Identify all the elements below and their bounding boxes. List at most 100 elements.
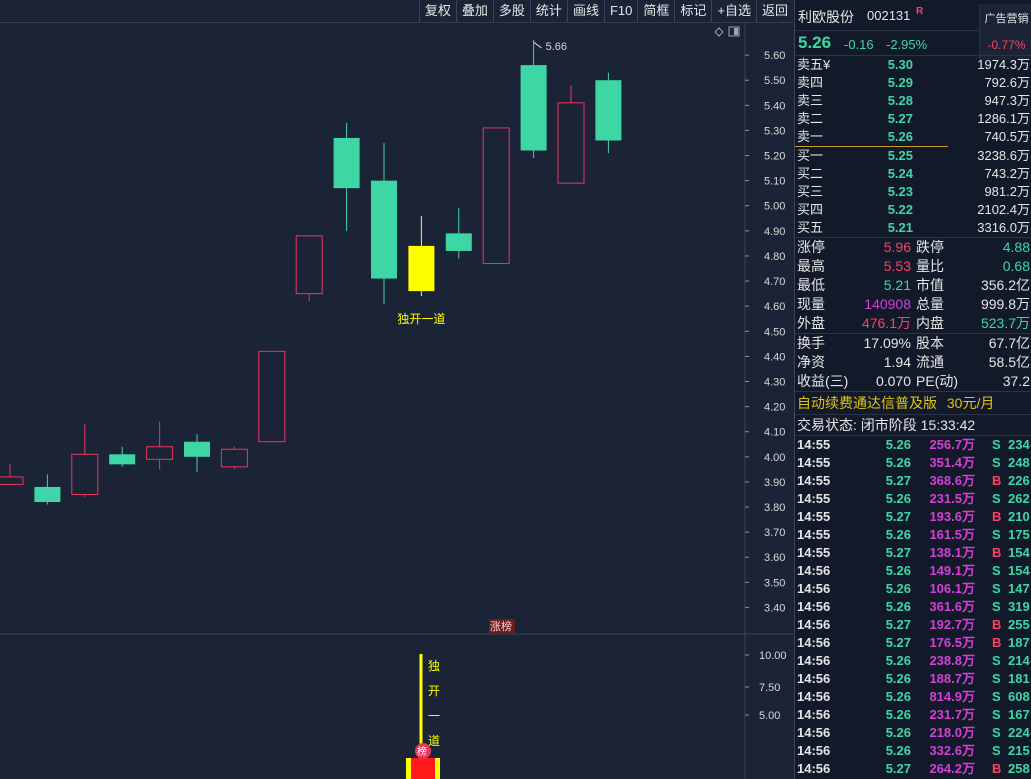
stat-v2: 523.7万 bbox=[980, 315, 1030, 331]
stat-v2: 4.88 bbox=[1002, 239, 1030, 255]
tick-row: 14:55 5.26 351.4万 S 248 bbox=[795, 454, 1031, 472]
book-row[interactable]: 卖五¥ 5.30 1974.3万 bbox=[795, 56, 1031, 74]
tick-price: 5.26 bbox=[885, 725, 911, 740]
book-row[interactable]: 买四 5.22 2102.4万 bbox=[795, 201, 1031, 219]
book-row[interactable]: 买三 5.23 981.2万 bbox=[795, 183, 1031, 201]
tick-count: 210 bbox=[1008, 509, 1030, 524]
book-row[interactable]: 卖一 5.26 740.5万 bbox=[795, 128, 1031, 146]
panel-toggle-icon-fill bbox=[734, 28, 738, 35]
tick-count: 248 bbox=[1008, 455, 1030, 470]
book-row[interactable]: 买二 5.24 743.2万 bbox=[795, 165, 1031, 183]
kline-chart-area[interactable]: 复权 叠加 多股 统计 画线 F10 简框 标记 +自选 返回 5.60 5.50 5.40 5.30 5… bbox=[0, 0, 793, 779]
tick-list[interactable]: 14:55 5.26 256.7万 S 234 14:55 5.26 351.4万 S 248 14… bbox=[795, 436, 1031, 778]
book-row[interactable]: 卖二 5.27 1286.1万 bbox=[795, 110, 1031, 128]
book-row[interactable]: 卖三 5.28 947.3万 bbox=[795, 92, 1031, 110]
promo-banner[interactable]: 自动续费通达信普及版 30元/月 bbox=[795, 391, 1031, 415]
price-tick-label: 3.90 bbox=[764, 477, 785, 489]
tick-time: 14:56 bbox=[797, 725, 831, 740]
tick-side: S bbox=[992, 581, 1001, 596]
book-price: 5.27 bbox=[887, 111, 913, 126]
tick-price: 5.26 bbox=[885, 743, 911, 758]
tick-amount: 361.6万 bbox=[929, 599, 975, 614]
stat-row: 涨停 5.96 跌停 4.88 bbox=[795, 238, 1031, 257]
book-volume: 1974.3万 bbox=[977, 57, 1030, 72]
signal-text: 道 bbox=[428, 734, 440, 748]
book-row[interactable]: 卖四 5.29 792.6万 bbox=[795, 74, 1031, 92]
stat-v1: 0.070 bbox=[875, 373, 911, 389]
tick-row: 14:56 5.26 231.7万 S 167 bbox=[795, 706, 1031, 724]
price-tick-label: 4.50 bbox=[764, 326, 785, 338]
price-tick-label: 5.10 bbox=[764, 176, 785, 188]
stat-v2: 37.2 bbox=[1002, 373, 1030, 389]
volume-bar bbox=[411, 758, 435, 779]
trade-status: 交易状态: 闭市阶段 15:33:42 bbox=[795, 415, 1031, 436]
price-tick-label: 4.80 bbox=[764, 251, 785, 263]
tick-price: 5.27 bbox=[885, 509, 911, 524]
tick-count: 167 bbox=[1008, 707, 1030, 722]
tick-row: 14:56 5.26 188.7万 S 181 bbox=[795, 670, 1031, 688]
candle-body bbox=[295, 235, 323, 295]
tick-side: S bbox=[992, 491, 1001, 506]
candle-body bbox=[258, 350, 286, 443]
candlestick-chart[interactable]: 5.60 5.50 5.40 5.30 5.20 5.10 5.00 4.90 4.80 4.70… bbox=[0, 0, 793, 779]
tick-row: 14:56 5.27 192.7万 B 255 bbox=[795, 616, 1031, 634]
tick-time: 14:55 bbox=[797, 491, 831, 506]
tick-count: 319 bbox=[1008, 599, 1030, 614]
tick-side: S bbox=[992, 743, 1001, 758]
tick-time: 14:56 bbox=[797, 743, 831, 758]
book-row[interactable]: 买一 5.25 3238.6万 bbox=[795, 147, 1031, 165]
tick-time: 14:56 bbox=[797, 761, 831, 776]
tick-amount: 256.7万 bbox=[929, 437, 975, 452]
price-tick-label: 3.50 bbox=[764, 577, 785, 589]
price-tick-label: 5.20 bbox=[764, 151, 785, 163]
book-label: 买二 bbox=[797, 166, 824, 181]
tick-side: B bbox=[992, 761, 1002, 776]
tick-price: 5.26 bbox=[885, 599, 911, 614]
tick-row: 14:55 5.26 231.5万 S 262 bbox=[795, 490, 1031, 508]
candle-body bbox=[520, 65, 547, 151]
candle-body bbox=[220, 448, 248, 468]
candle-body bbox=[445, 233, 472, 251]
stat-l1: 现量 bbox=[797, 296, 825, 312]
tick-time: 14:56 bbox=[797, 599, 831, 614]
stock-name: 利欧股份 bbox=[798, 9, 854, 25]
tick-row: 14:56 5.27 176.5万 B 187 bbox=[795, 634, 1031, 652]
tick-time: 14:56 bbox=[797, 635, 831, 650]
tick-time: 14:55 bbox=[797, 509, 831, 524]
price-row: 5.26 -0.16 -2.95% bbox=[795, 31, 1031, 56]
tick-count: 187 bbox=[1008, 635, 1030, 650]
tick-price: 5.27 bbox=[885, 635, 911, 650]
price-tick-label: 3.80 bbox=[764, 502, 785, 514]
stat-l1: 涨停 bbox=[797, 239, 825, 255]
tick-time: 14:56 bbox=[797, 563, 831, 578]
stat-l1: 最高 bbox=[797, 258, 825, 274]
signal-text: 开 bbox=[428, 684, 440, 698]
stat-l1: 净资 bbox=[797, 354, 825, 370]
book-row[interactable]: 买五 5.21 3316.0万 bbox=[795, 219, 1031, 237]
stat-row: 最低 5.21 市值 356.2亿 bbox=[795, 276, 1031, 295]
price-tick-label: 5.40 bbox=[764, 100, 785, 112]
tick-row: 14:56 5.26 106.1万 S 147 bbox=[795, 580, 1031, 598]
ask-book: 卖五¥ 5.30 1974.3万卖四 5.29 792.6万 卖三 5.28 947.3万 卖二… bbox=[795, 56, 1031, 146]
tick-side: S bbox=[992, 653, 1001, 668]
book-label: 卖五¥ bbox=[797, 57, 831, 72]
book-volume: 2102.4万 bbox=[977, 202, 1030, 217]
stats-block-1: 涨停 5.96 跌停 4.88 最高 5.53 量比 0.68 最低 5.21 市值 356.2亿 现量… bbox=[795, 238, 1031, 333]
price-tick-label: 4.20 bbox=[764, 402, 785, 414]
promo-text: 自动续费通达信普及版 bbox=[797, 395, 937, 411]
vol-tick-label: 10.00 bbox=[759, 650, 787, 662]
book-price: 5.28 bbox=[887, 93, 913, 108]
tick-price: 5.27 bbox=[885, 617, 911, 632]
tick-count: 215 bbox=[1008, 743, 1030, 758]
tick-price: 5.26 bbox=[885, 527, 911, 542]
tick-side: S bbox=[992, 437, 1001, 452]
book-price: 5.30 bbox=[887, 57, 913, 72]
stat-row: 现量 140908 总量 999.8万 bbox=[795, 295, 1031, 314]
tick-side: B bbox=[992, 635, 1002, 650]
tick-time: 14:55 bbox=[797, 473, 831, 488]
tick-count: 262 bbox=[1008, 491, 1030, 506]
tick-count: 214 bbox=[1008, 653, 1030, 668]
tick-price: 5.26 bbox=[885, 491, 911, 506]
stat-l2: 流通 bbox=[916, 354, 944, 370]
tick-price: 5.26 bbox=[885, 671, 911, 686]
